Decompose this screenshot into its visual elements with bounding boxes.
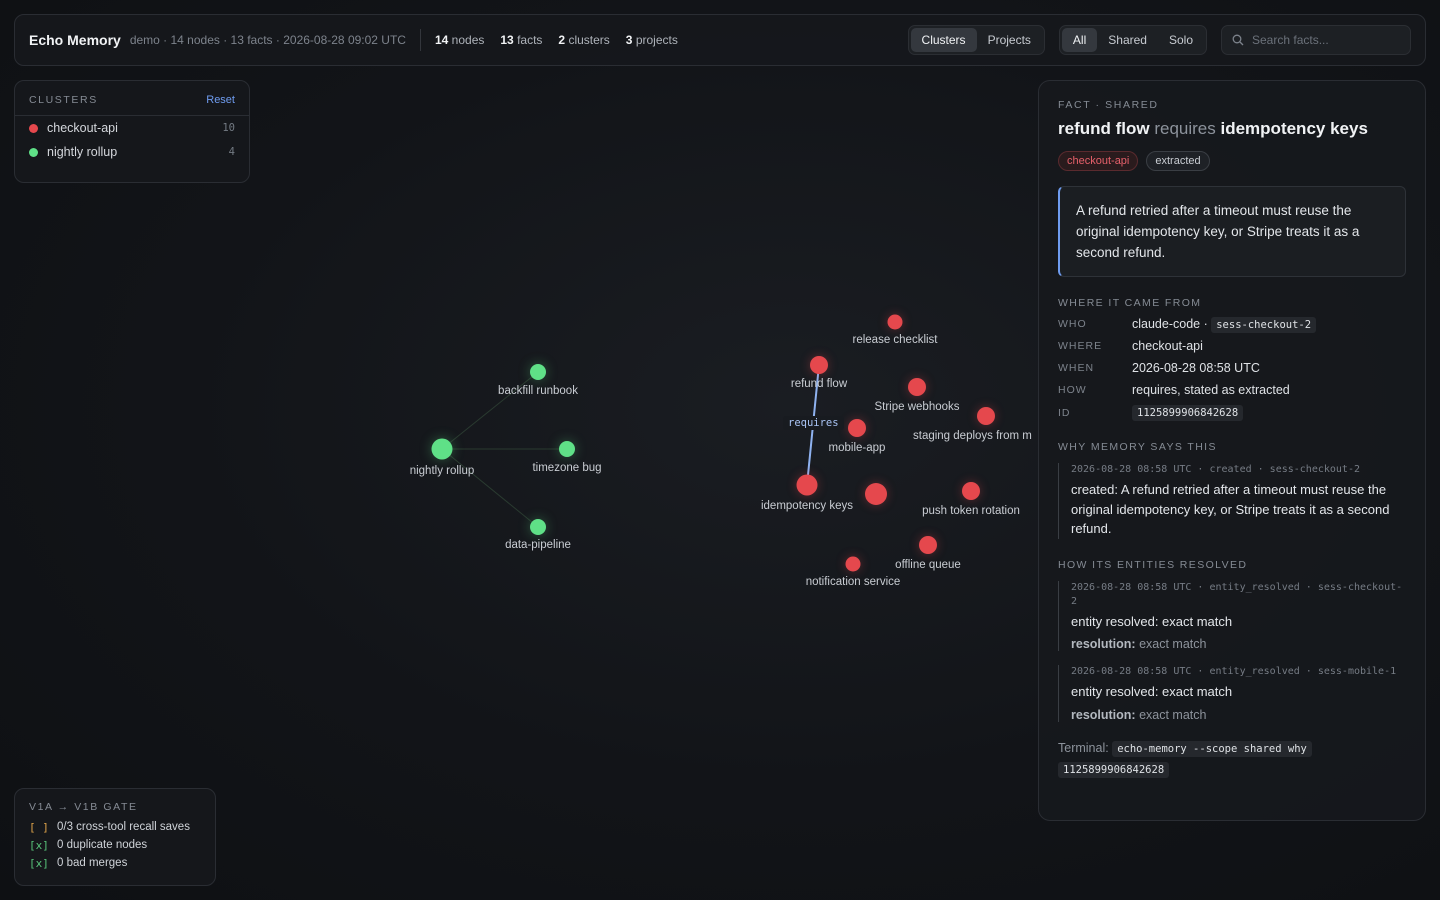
stat-nodes: 14 nodes	[434, 33, 485, 47]
resolve-event: 2026-08-28 08:58 UTC · entity_resolved ·…	[1058, 665, 1406, 722]
edge	[441, 448, 539, 528]
node-label: backfill runbook	[498, 385, 578, 397]
cluster-name: checkout-api	[47, 121, 118, 135]
provenance-where: WHERE checkout-api	[1058, 339, 1203, 353]
node-label: offline queue	[895, 559, 961, 571]
clusters-panel: CLUSTERS Reset checkout-api 10 nightly r…	[14, 80, 250, 183]
provenance-id: ID 1125899906842628	[1058, 405, 1406, 421]
provenance-title: WHERE IT CAME FROM	[1058, 297, 1202, 309]
stat-clusters: 2 clusters	[558, 33, 610, 47]
node-label: timezone bug	[532, 462, 602, 474]
node-staging-deploys[interactable]	[977, 407, 995, 425]
node-label: push token rotation	[922, 505, 1020, 517]
node-unlabeled[interactable]	[865, 483, 887, 505]
node-idempotency-keys[interactable]	[796, 474, 818, 496]
terminal-id[interactable]: 1125899906842628	[1058, 761, 1170, 778]
reset-link[interactable]: Reset	[206, 94, 235, 106]
clusters-header: CLUSTERS Reset	[15, 81, 249, 116]
search-box[interactable]	[1221, 25, 1411, 55]
node-label: staging deploys from m	[913, 430, 1032, 442]
search-input[interactable]	[1252, 33, 1392, 47]
tag-source[interactable]: extracted	[1146, 151, 1210, 171]
node-label: release checklist	[852, 334, 938, 346]
fact-kind: FACT · SHARED	[1058, 99, 1159, 111]
stat-facts: 13 facts	[500, 33, 543, 47]
gate-checkbox-done: [x]	[29, 857, 49, 870]
clusters-title: CLUSTERS	[29, 94, 98, 106]
view-clusters-button[interactable]: Clusters	[910, 28, 977, 52]
gate-item-text: 0 bad merges	[57, 857, 128, 869]
provenance-who: WHO claude-code · sess-checkout-2	[1058, 317, 1406, 333]
cluster-item-checkout-api[interactable]: checkout-api 10	[15, 116, 249, 140]
cluster-color-dot	[29, 147, 38, 157]
terminal-cmd[interactable]: echo-memory --scope shared why	[1112, 740, 1312, 757]
node-backfill-runbook[interactable]	[530, 364, 546, 380]
gate-checkbox-done: [x]	[29, 839, 49, 852]
node-offline-queue[interactable]	[919, 536, 937, 554]
resolve-title: HOW ITS ENTITIES RESOLVED	[1058, 558, 1248, 571]
terminal-command: Terminal: echo-memory --scope shared why…	[1058, 738, 1406, 780]
fact-subject: refund flow	[1058, 119, 1150, 138]
node-timezone-bug[interactable]	[559, 441, 575, 457]
node-label: refund flow	[790, 378, 848, 390]
gate-item: [x] 0 bad merges	[29, 857, 201, 870]
gate-checkbox-open: [ ]	[29, 821, 49, 834]
cluster-count: 4	[228, 146, 235, 158]
edge-label-requires[interactable]: requires	[783, 416, 844, 430]
node-label: mobile-app	[828, 442, 886, 454]
fact-detail-panel[interactable]: FACT · SHARED refund flow requires idemp…	[1038, 80, 1426, 821]
node-push-token-rotation[interactable]	[962, 482, 980, 500]
fact-relation: requires	[1154, 119, 1216, 138]
gate-item-text: 0 duplicate nodes	[57, 839, 148, 851]
node-refund-flow[interactable]	[810, 356, 828, 374]
tag-project[interactable]: checkout-api	[1058, 151, 1139, 171]
edge	[441, 371, 539, 450]
cluster-name: nightly rollup	[47, 145, 118, 159]
fact-tags: checkout-api extracted	[1058, 151, 1406, 171]
why-event: 2026-08-28 08:58 UTC · created · sess-ch…	[1058, 463, 1406, 539]
view-toggle: Clusters Projects	[907, 25, 1045, 55]
why-title: WHY MEMORY SAYS THIS	[1058, 441, 1217, 453]
session-id: sess-checkout-2	[1211, 317, 1317, 333]
node-nightly-rollup[interactable]	[431, 438, 453, 460]
scope-toggle: All Shared Solo	[1058, 25, 1207, 55]
scope-shared-button[interactable]: Shared	[1097, 28, 1158, 52]
gate-item: [ ] 0/3 cross-tool recall saves	[29, 821, 201, 834]
fact-quote: A refund retried after a timeout must re…	[1058, 186, 1406, 277]
gate-panel: V1A → V1B GATE [ ] 0/3 cross-tool recall…	[14, 788, 216, 886]
node-label: nightly rollup	[409, 465, 475, 477]
fact-title: refund flow requires idempotency keys	[1058, 119, 1406, 139]
divider	[419, 29, 421, 51]
node-label: idempotency keys	[760, 500, 854, 512]
gate-item-text: 0/3 cross-tool recall saves	[57, 821, 190, 833]
cluster-item-nightly-rollup[interactable]: nightly rollup 4	[15, 140, 249, 164]
node-label: notification service	[805, 576, 901, 588]
node-mobile-app[interactable]	[848, 419, 866, 437]
gate-item: [x] 0 duplicate nodes	[29, 839, 201, 852]
resolve-event: 2026-08-28 08:58 UTC · entity_resolved ·…	[1058, 580, 1406, 651]
node-label: Stripe webhooks	[874, 401, 960, 413]
cluster-color-dot	[29, 123, 38, 133]
gate-title: V1A → V1B GATE	[29, 801, 138, 813]
node-stripe-webhooks[interactable]	[908, 378, 926, 396]
node-data-pipeline[interactable]	[530, 519, 546, 535]
view-projects-button[interactable]: Projects	[977, 28, 1042, 52]
provenance-when: WHEN 2026-08-28 08:58 UTC	[1058, 361, 1260, 375]
cluster-count: 10	[222, 122, 235, 134]
node-release-checklist[interactable]	[887, 314, 903, 330]
fact-id[interactable]: 1125899906842628	[1132, 405, 1244, 421]
search-icon	[1232, 34, 1244, 46]
scope-solo-button[interactable]: Solo	[1158, 28, 1204, 52]
fact-object: idempotency keys	[1220, 119, 1368, 138]
app-title: Echo Memory	[29, 32, 121, 48]
node-notification-service[interactable]	[845, 556, 861, 572]
stat-projects: 3 projects	[625, 33, 678, 47]
provenance-how: HOW requires, stated as extracted	[1058, 383, 1290, 397]
app-meta: demo · 14 nodes · 13 facts · 2026-08-28 …	[129, 33, 406, 47]
top-bar: Echo Memory demo · 14 nodes · 13 facts ·…	[14, 14, 1426, 66]
node-label: data-pipeline	[505, 539, 571, 551]
scope-all-button[interactable]: All	[1061, 28, 1098, 52]
